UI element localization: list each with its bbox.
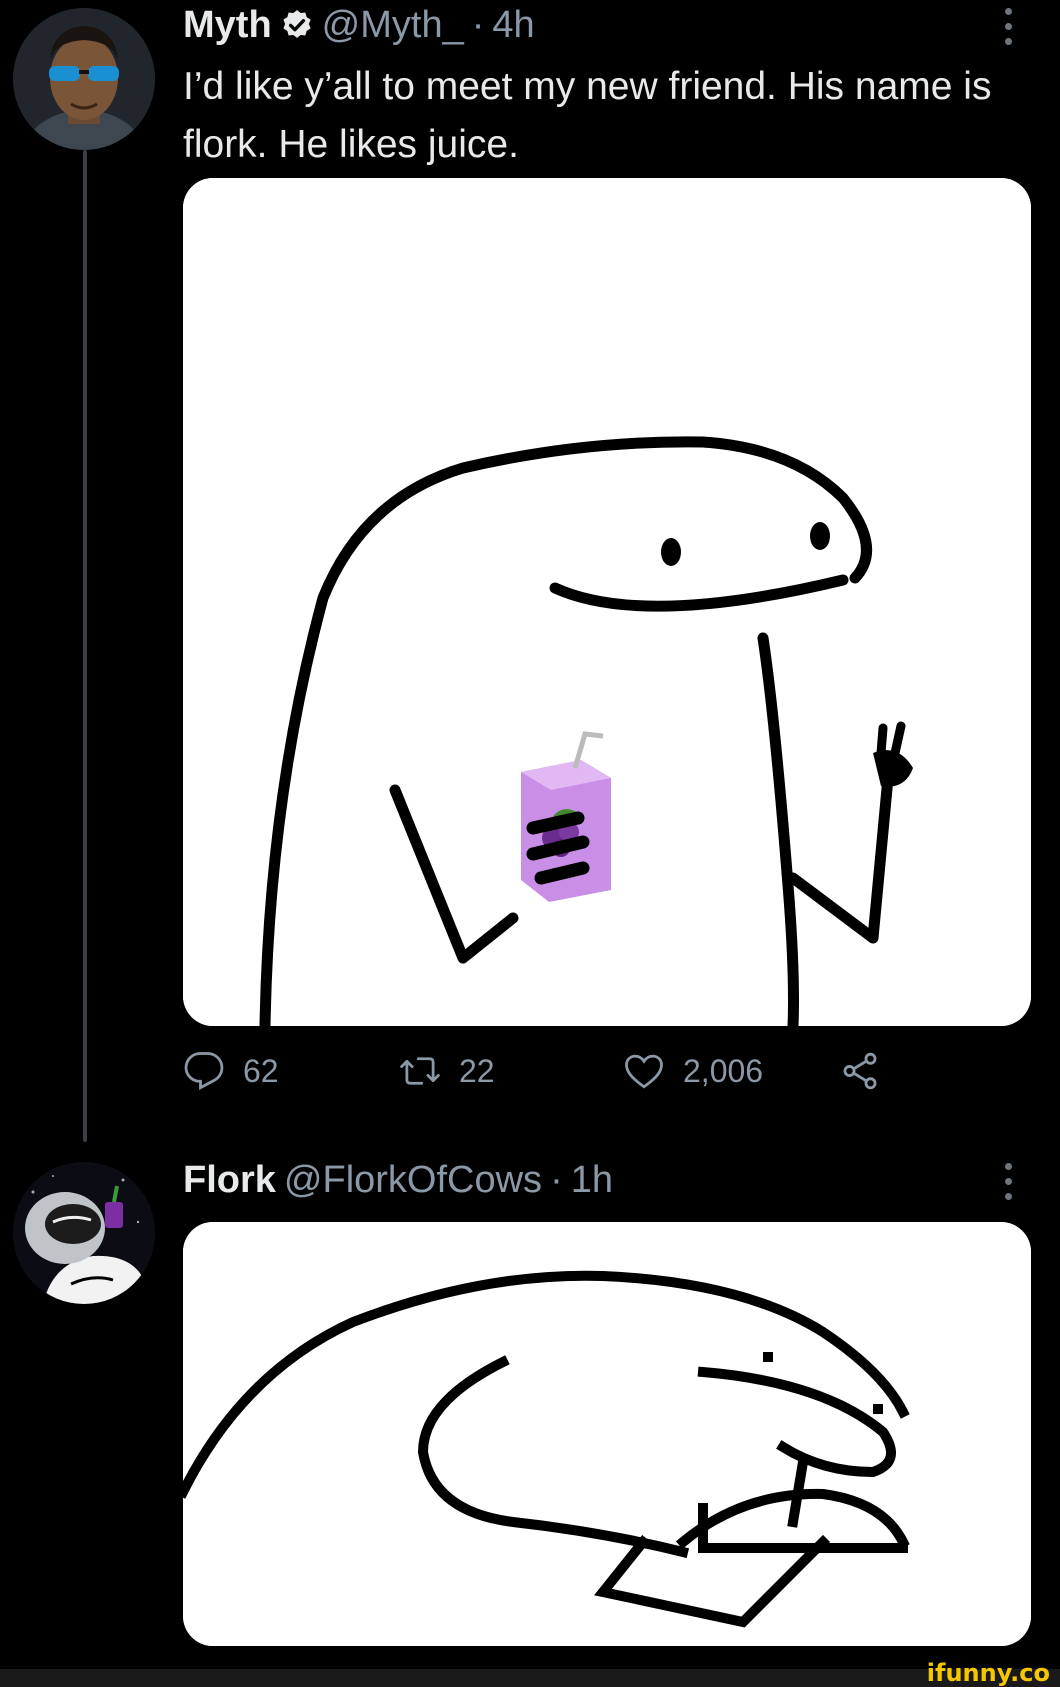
separator-dot: · — [471, 4, 485, 46]
thread-connector-line — [83, 150, 87, 1142]
like-icon — [625, 1054, 663, 1089]
retweet-button[interactable]: 22 — [399, 1050, 495, 1092]
author-handle[interactable]: @Myth_ — [322, 2, 464, 48]
tweet1-action-bar: 62 22 2,006 — [183, 1050, 903, 1106]
reply-icon — [184, 1052, 224, 1090]
tweet1-media-image[interactable] — [183, 178, 1031, 1026]
reply-count: 62 — [243, 1052, 279, 1089]
flork-pixel-drawing — [183, 1222, 1031, 1646]
avatar-flork-image — [13, 1162, 155, 1304]
like-button[interactable]: 2,006 — [623, 1050, 763, 1092]
reply-button[interactable]: 62 — [183, 1050, 279, 1092]
flork-with-juice-drawing — [183, 178, 1031, 1026]
verified-badge-icon — [283, 10, 311, 38]
retweet-count: 22 — [459, 1052, 495, 1089]
avatar-myth-image — [13, 8, 155, 150]
avatar-myth[interactable] — [13, 8, 155, 150]
tweet-timestamp[interactable]: 1h — [571, 1157, 613, 1203]
author-name[interactable]: Flork — [183, 1157, 276, 1203]
author-name[interactable]: Myth — [183, 2, 272, 48]
retweet-icon — [400, 1057, 440, 1085]
share-button[interactable] — [839, 1050, 881, 1092]
tweet-timestamp[interactable]: 4h — [492, 2, 534, 48]
more-icon[interactable] — [1001, 8, 1015, 45]
tweet-text: I’d like y’all to meet my new friend. Hi… — [183, 65, 992, 166]
more-icon[interactable] — [1001, 1163, 1015, 1200]
like-count: 2,006 — [683, 1052, 764, 1089]
avatar-flork[interactable] — [13, 1162, 155, 1304]
tweet2-header: Flork @FlorkOfCows · 1h — [183, 1157, 613, 1203]
ifunny-watermark: ifunny.co — [926, 1659, 1050, 1687]
tweet1-header: Myth @Myth_ · 4h — [183, 2, 535, 48]
author-handle[interactable]: @FlorkOfCows — [284, 1157, 542, 1203]
ifunny-footer-bar — [0, 1669, 1060, 1687]
separator-dot: · — [550, 1159, 563, 1201]
share-icon — [843, 1052, 877, 1090]
tweet2-media-image[interactable] — [183, 1222, 1031, 1646]
